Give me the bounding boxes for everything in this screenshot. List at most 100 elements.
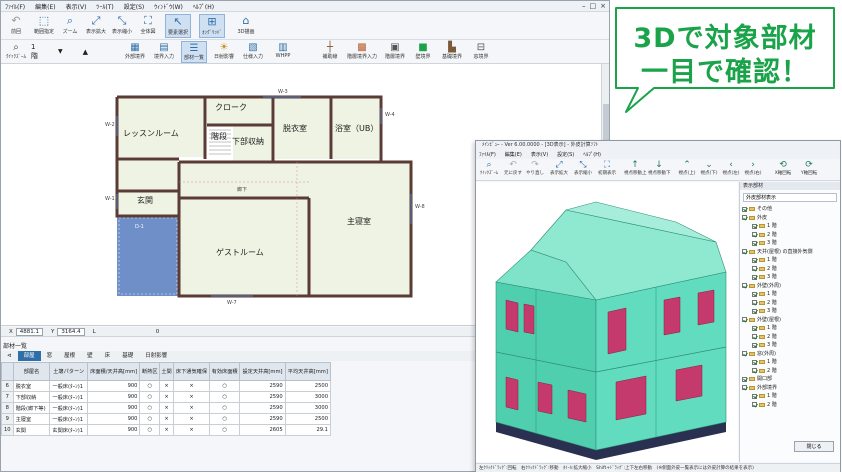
checkbox-icon[interactable] <box>752 342 757 348</box>
viewer-move-up-button[interactable]: ↑ 視点移動上 <box>624 160 647 180</box>
tree-item[interactable]: 外部境界 <box>742 384 840 393</box>
viewer-menu-edit[interactable]: 編集(E) <box>505 151 522 158</box>
checkbox-icon[interactable] <box>752 325 757 331</box>
table-row[interactable]: 7 下部収納 一般床(ﾀｰﾝ)1 900 ○ × × ○ 2590 3000 <box>1 391 332 403</box>
guide-line-button[interactable]: ┼ 補助線 <box>319 41 341 63</box>
tab-foundation[interactable]: 基礎 <box>116 351 139 361</box>
tree-item[interactable]: 2 階 <box>742 265 840 274</box>
viewer-rotate-x-button[interactable]: ⟲ X軸回転 <box>772 160 794 180</box>
tab-window[interactable]: 窓 <box>41 351 59 361</box>
viewer-zoom-in-button[interactable]: ⤢ 表示拡大 <box>548 160 570 180</box>
tab-solar[interactable]: 日射影響 <box>139 351 173 361</box>
draw-3d-button[interactable]: ⌂ 3D描画 <box>233 14 259 38</box>
tree-item[interactable]: 2 階 <box>742 231 840 240</box>
zoom-in-button[interactable]: ⤢ 表示拡大 <box>83 14 109 38</box>
boundary-input-button[interactable]: ▤ 境界入力 <box>152 41 176 63</box>
header-avg-ceiling[interactable]: 平均天井高[mm] <box>284 362 332 381</box>
viewer-view-left-button[interactable]: ‹ 視点(左) <box>720 160 742 180</box>
checkbox-icon[interactable] <box>752 291 757 297</box>
menu-file[interactable]: ﾌｧｲﾙ(F) <box>5 2 25 11</box>
viewer-view-down-button[interactable]: ⌄ 視点(下) <box>698 160 720 180</box>
menu-help[interactable]: ﾍﾙﾌﾟ(H) <box>193 2 214 11</box>
viewer-rotate-y-button[interactable]: ⟳ Y軸回転 <box>798 160 820 180</box>
tree-item[interactable]: 3 階 <box>742 239 840 248</box>
layer-boundary-input-button[interactable]: ▩ 階層境界入力 <box>347 41 377 63</box>
checkbox-icon[interactable] <box>752 223 757 229</box>
display-mode-dropdown[interactable]: 外皮部材表示 <box>743 193 837 202</box>
tree-item[interactable]: 1 階 <box>742 222 840 231</box>
checkbox-icon[interactable] <box>752 274 757 280</box>
viewer-menu-settings[interactable]: 設定(S) <box>557 151 574 158</box>
checkbox-icon[interactable] <box>742 283 747 289</box>
checkbox-icon[interactable] <box>752 334 757 340</box>
outer-boundary-button[interactable]: ▦ 外部境界 <box>123 41 147 63</box>
tree-item[interactable]: 2 階 <box>742 299 840 308</box>
tab-roof[interactable]: 屋根 <box>58 351 81 361</box>
close-button[interactable]: 閉じる <box>794 441 834 452</box>
tree-item[interactable]: 3 階 <box>742 273 840 282</box>
checkbox-icon[interactable] <box>742 376 747 382</box>
checkbox-icon[interactable] <box>742 317 747 323</box>
minimize-icon[interactable]: – <box>582 2 586 10</box>
checkbox-icon[interactable] <box>752 402 757 408</box>
tab-wall[interactable]: 壁 <box>81 351 99 361</box>
checkbox-icon[interactable] <box>752 300 757 306</box>
zoom-out-button[interactable]: ⤡ 表示縮小 <box>109 14 135 38</box>
chevron-up-icon[interactable]: ▲ <box>83 48 88 56</box>
viewer-menu-file[interactable]: ﾌｧｲﾙ(F) <box>479 151 496 158</box>
viewer-menu-view[interactable]: 表示(V) <box>531 151 548 158</box>
tab-floor[interactable]: 床 <box>99 351 117 361</box>
room-lesson[interactable] <box>117 97 205 157</box>
solar-effect-button[interactable]: ☀ 日射影響 <box>212 41 236 63</box>
checkbox-icon[interactable] <box>752 308 757 314</box>
checkbox-icon[interactable] <box>742 215 747 221</box>
tree-item[interactable]: 天井(屋根) の直接外気側 <box>742 248 840 257</box>
table-row[interactable]: 6 脱衣室 一般床(ﾀｰﾝ)1 900 ○ × × ○ 2590 2500 <box>1 380 332 392</box>
parts-list-button[interactable]: ☰ 部材一覧 <box>181 41 207 63</box>
checkbox-icon[interactable] <box>752 359 757 365</box>
tree-item[interactable]: 1 階 <box>742 256 840 265</box>
menu-window[interactable]: ｳｨﾝﾄﾞｳ(W) <box>154 2 183 11</box>
tree-item[interactable]: 2 階 <box>742 333 840 342</box>
room-master-bedroom[interactable] <box>309 162 411 296</box>
tree-item[interactable]: 1 階 <box>742 324 840 333</box>
viewer-undo-button[interactable]: ↶ 元に戻す <box>502 160 524 180</box>
undo-button[interactable]: ↶ 前回 <box>3 14 29 38</box>
checkbox-icon[interactable] <box>742 385 747 391</box>
menu-tools[interactable]: ﾂｰﾙ(T) <box>96 2 113 11</box>
menu-settings[interactable]: 設定(S) <box>124 2 145 11</box>
tree-item[interactable]: 2 階 <box>742 401 840 410</box>
tree-item[interactable]: 外壁(外周) <box>742 282 840 291</box>
menu-edit[interactable]: 編集(E) <box>35 2 55 11</box>
quick-zoom-button[interactable]: ⌕ ｸｲｯｸｽﾞｰﾑ <box>3 41 29 63</box>
checkbox-icon[interactable] <box>752 393 757 399</box>
tree-item[interactable]: その他 <box>742 205 840 214</box>
header-floor-area[interactable]: 床面積/天井高[mm] <box>86 362 141 381</box>
viewer-quick-zoom-button[interactable]: ⌕ ｸｲｯｸｽﾞｰﾑ <box>478 160 500 180</box>
foundation-boundary-button[interactable]: ▙ 基礎境界 <box>439 41 465 63</box>
tree-item[interactable]: 窓(外周) <box>742 350 840 359</box>
layer-boundary-button[interactable]: ▣ 階層境界 <box>383 41 407 63</box>
table-row[interactable]: 9 主寝室 一般床(ﾀｰﾝ)1 900 ○ × × ○ 2590 2500 <box>1 413 332 425</box>
header-earth-floor[interactable]: 土間 <box>158 362 175 381</box>
range-select-button[interactable]: ⬚ 範囲指定 <box>31 14 57 38</box>
header-set-ceiling[interactable]: 設定天井高[mm] <box>239 362 286 381</box>
zoom-button[interactable]: ⌕ ズーム <box>57 14 83 38</box>
viewer-menu-help[interactable]: ﾍﾙﾌﾟ(H) <box>583 151 601 158</box>
floor-select[interactable]: 1 階 ▼ ▲ <box>31 43 88 60</box>
viewer-view-right-button[interactable]: › 視点(右) <box>742 160 764 180</box>
checkbox-icon[interactable] <box>752 266 757 272</box>
header-effective-area[interactable]: 有効床面積 <box>208 362 241 381</box>
tab-room[interactable]: 部屋 <box>17 351 41 361</box>
list-tab-pin[interactable]: ⊲ <box>1 351 18 361</box>
header-soil-pattern[interactable]: 土壌パターン <box>49 362 88 381</box>
header-underfloor-vent[interactable]: 床下通気確保 <box>173 362 210 381</box>
tree-item[interactable]: 開口部 <box>742 375 840 384</box>
maximize-icon[interactable]: □ <box>590 2 597 10</box>
viewer-home-button[interactable]: ⛶ 初期表示 <box>596 160 618 180</box>
tree-item[interactable]: 3 階 <box>742 307 840 316</box>
viewer-redo-button[interactable]: ↷ やり直し <box>524 160 546 180</box>
checkbox-icon[interactable] <box>752 232 757 238</box>
spec-input-button[interactable]: ▧ 仕様入力 <box>241 41 265 63</box>
wall-boundary-button[interactable]: ■ 壁境界 <box>412 41 434 63</box>
